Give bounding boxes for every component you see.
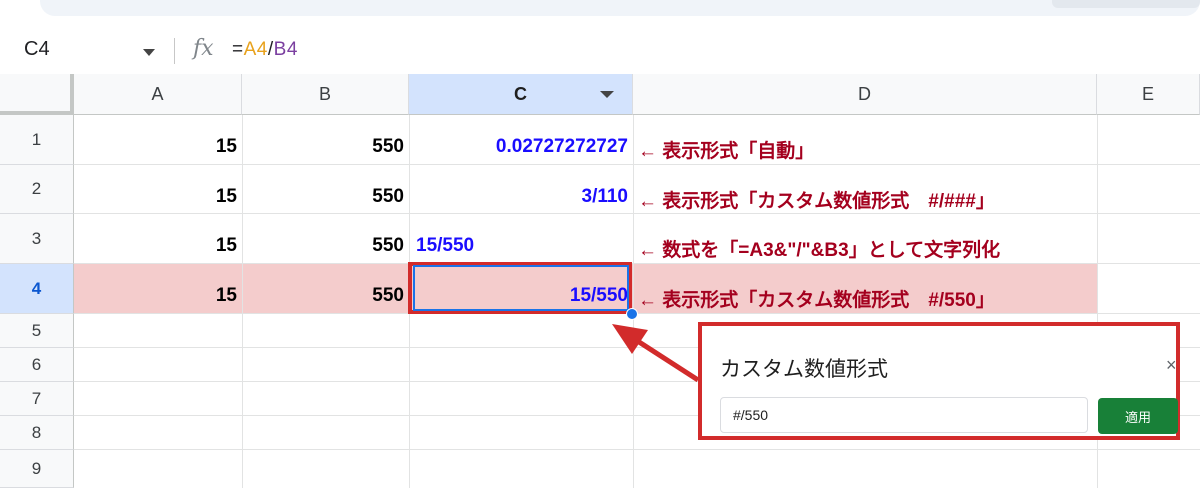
format-input[interactable]: #/550 xyxy=(720,397,1088,433)
dialog-title: カスタム数値形式 xyxy=(720,357,888,381)
apply-button[interactable]: 適用 xyxy=(1098,398,1178,434)
callout-arrow-line xyxy=(634,337,700,383)
close-icon[interactable]: × xyxy=(1166,355,1177,376)
callout-arrow-head xyxy=(612,324,648,354)
custom-number-format-dialog: カスタム数値形式 × #/550 適用 xyxy=(698,322,1180,440)
